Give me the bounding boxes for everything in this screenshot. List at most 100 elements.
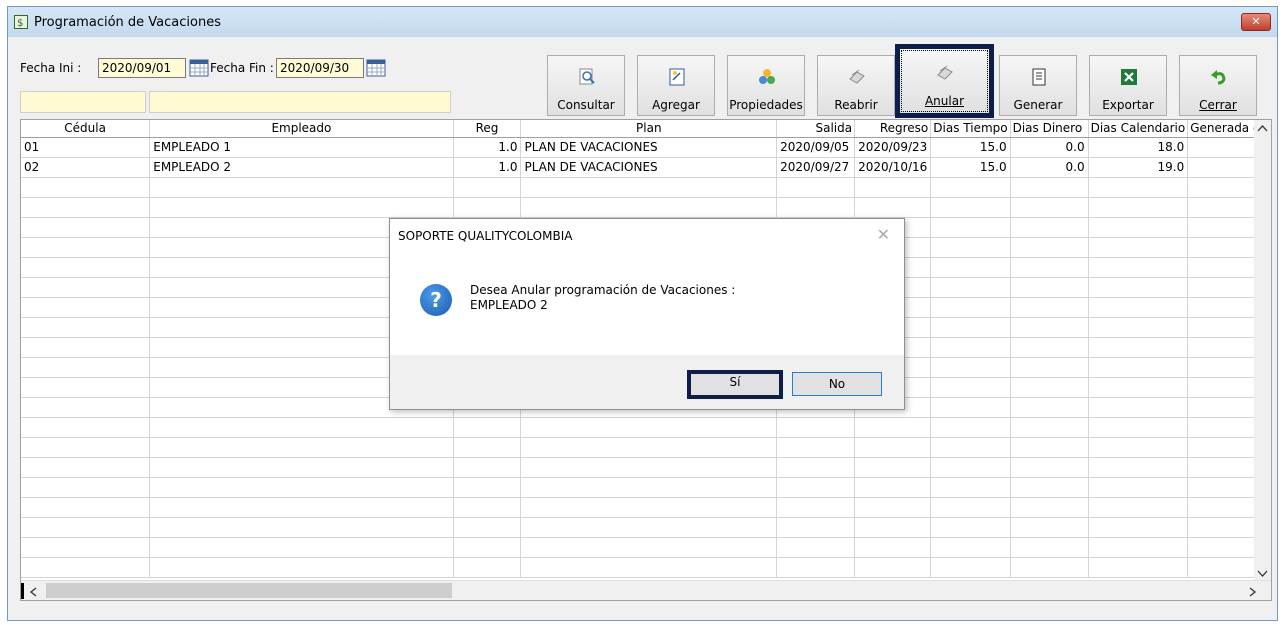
table-cell [453, 517, 522, 538]
table-row[interactable] [21, 417, 1271, 438]
chevron-right-icon[interactable] [1249, 587, 1257, 597]
table-cell [854, 537, 932, 558]
table-cell [520, 437, 778, 458]
table-cell [1010, 357, 1089, 378]
table-cell [21, 317, 151, 338]
table-row[interactable] [21, 477, 1271, 498]
table-row[interactable] [21, 457, 1271, 478]
table-row[interactable] [21, 437, 1271, 458]
table-cell [1010, 417, 1089, 438]
empleado-filter-input[interactable] [149, 91, 451, 113]
horizontal-scrollbar[interactable] [21, 580, 1271, 600]
grid-column-header[interactable]: Empleado [149, 120, 454, 138]
table-row[interactable] [21, 537, 1271, 558]
table-cell [1088, 537, 1189, 558]
table-cell [1088, 177, 1189, 198]
grid-column-header[interactable]: Dias Dinero [1010, 120, 1089, 138]
yes-button[interactable]: Sí [687, 370, 783, 399]
agregar-button[interactable]: Agregar [637, 55, 715, 116]
table-cell [453, 497, 522, 518]
generar-label: Generar [1013, 98, 1063, 112]
table-cell [930, 537, 1011, 558]
table-cell [453, 537, 522, 558]
table-cell [930, 297, 1011, 318]
grid-column-header[interactable]: Dias Calendario [1088, 120, 1189, 138]
table-cell: 0.0 [1010, 137, 1089, 158]
vertical-scrollbar[interactable] [1254, 120, 1271, 582]
calendar-icon[interactable] [366, 58, 386, 78]
table-row[interactable] [21, 497, 1271, 518]
table-cell [1010, 557, 1089, 578]
table-cell [1088, 197, 1189, 218]
table-cell [21, 197, 151, 218]
table-cell [520, 177, 778, 198]
table-cell [930, 277, 1011, 298]
reabrir-button[interactable]: Reabrir [817, 55, 895, 116]
table-cell [776, 177, 856, 198]
table-cell [520, 537, 778, 558]
table-cell [930, 237, 1011, 258]
grid-column-header[interactable]: Reg [453, 120, 522, 138]
table-cell [1010, 397, 1089, 418]
table-cell: 19.0 [1088, 157, 1189, 178]
horizontal-scroll-thumb[interactable] [46, 583, 452, 598]
propiedades-button[interactable]: Propiedades [727, 55, 805, 116]
window-close-button[interactable]: ✕ [1241, 13, 1271, 31]
anular-button[interactable]: Anular [895, 44, 994, 118]
table-cell [854, 457, 932, 478]
table-cell [21, 537, 151, 558]
calendar-icon[interactable] [189, 58, 209, 78]
grid-column-header[interactable]: Cédula [21, 120, 151, 138]
table-cell [930, 317, 1011, 338]
table-row[interactable] [21, 517, 1271, 538]
scroll-caret [21, 583, 24, 599]
no-button[interactable]: No [792, 372, 882, 396]
grid-column-header[interactable]: Plan [520, 120, 778, 138]
chevron-up-icon[interactable] [1257, 124, 1268, 132]
table-cell [21, 357, 151, 378]
fecha-ini-input[interactable]: 2020/09/01 [98, 58, 186, 78]
grid-column-header[interactable]: Dias Tiempo [930, 120, 1011, 138]
table-cell [1088, 237, 1189, 258]
table-cell [453, 437, 522, 458]
table-cell [776, 417, 856, 438]
table-row[interactable]: 02 EMPLEADO 2 1.0 PLAN DE VACACIONES 2020/09… [21, 157, 1271, 178]
table-cell [21, 217, 151, 238]
fecha-ini-label: Fecha Ini : [20, 61, 82, 75]
table-row[interactable] [21, 557, 1271, 578]
table-cell [1088, 377, 1189, 398]
grid-column-header[interactable]: Salida [776, 120, 856, 138]
table-cell: PLAN DE VACACIONES [520, 137, 778, 158]
table-cell [1010, 477, 1089, 498]
table-cell: PLAN DE VACACIONES [520, 157, 778, 178]
dialog-close-icon[interactable]: ✕ [877, 225, 890, 244]
cedula-filter-input[interactable] [20, 91, 146, 113]
fecha-fin-input[interactable]: 2020/09/30 [276, 58, 364, 78]
question-icon: ? [420, 284, 452, 316]
table-cell [1010, 317, 1089, 338]
excel-icon [1121, 69, 1137, 85]
grid-column-header[interactable]: Regreso [854, 120, 932, 138]
table-cell [930, 217, 1011, 238]
cerrar-button[interactable]: Cerrar [1179, 55, 1257, 116]
table-row[interactable] [21, 197, 1271, 218]
generar-button[interactable]: Generar [999, 55, 1077, 116]
table-cell [1088, 517, 1189, 538]
chevron-down-icon[interactable] [1257, 570, 1268, 578]
table-cell [776, 517, 856, 538]
table-row[interactable]: 01 EMPLEADO 1 1.0 PLAN DE VACACIONES 2020/09… [21, 137, 1271, 158]
table-cell [453, 177, 522, 198]
table-cell [149, 517, 454, 538]
table-cell [1010, 437, 1089, 458]
chevron-left-icon[interactable] [29, 587, 37, 597]
table-cell: 0.0 [1010, 157, 1089, 178]
exportar-button[interactable]: Exportar [1089, 55, 1167, 116]
consultar-label: Consultar [557, 98, 615, 112]
table-cell [149, 557, 454, 578]
table-cell: 18.0 [1088, 137, 1189, 158]
consultar-button[interactable]: Consultar [547, 55, 625, 116]
table-cell [520, 557, 778, 578]
table-cell [21, 277, 151, 298]
table-cell [1088, 457, 1189, 478]
table-row[interactable] [21, 177, 1271, 198]
